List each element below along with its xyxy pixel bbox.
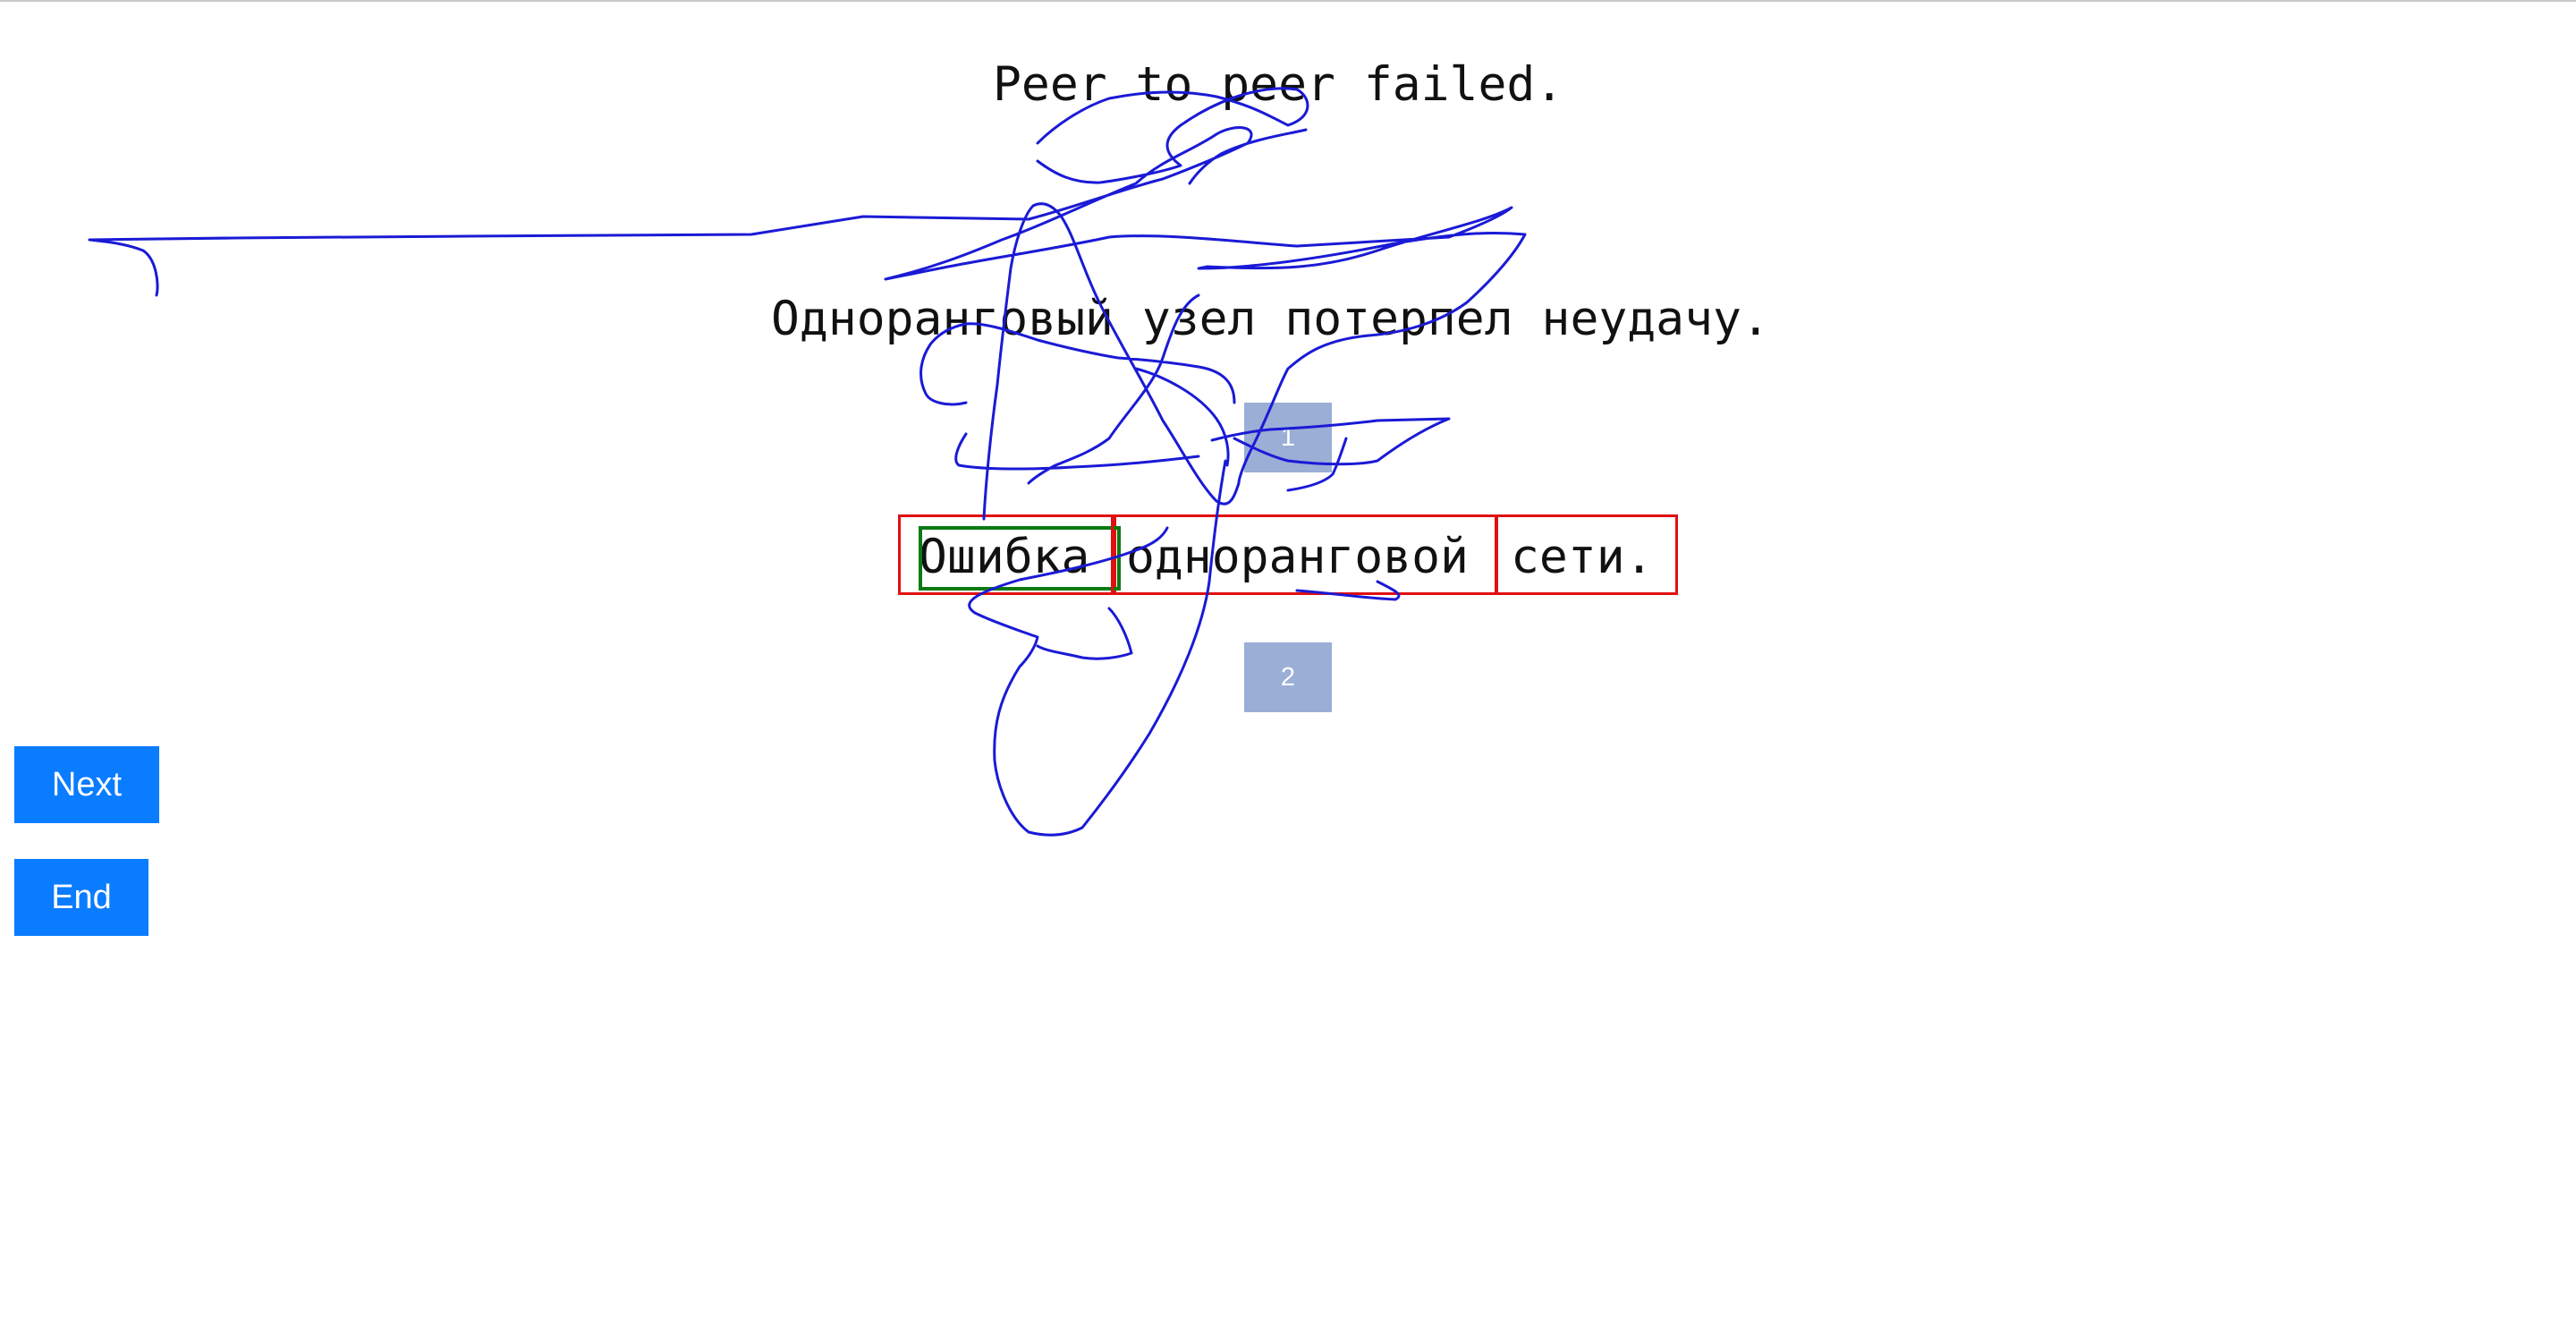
step-badge-2: 2: [1244, 642, 1332, 712]
reference-translation: Одноранговый узел потерпел неудачу.: [771, 292, 1770, 346]
step-badge-1: 1: [1244, 403, 1332, 472]
selected-token-highlight: [919, 526, 1121, 591]
end-button[interactable]: End: [14, 859, 148, 936]
source-sentence: Peer to peer failed.: [993, 57, 1564, 112]
top-divider: [0, 0, 2576, 2]
token-3[interactable]: сети.: [1496, 514, 1678, 595]
token-2[interactable]: одноранговой: [1111, 514, 1497, 595]
token-1[interactable]: Ошибка: [898, 514, 1121, 595]
next-button[interactable]: Next: [14, 746, 159, 823]
